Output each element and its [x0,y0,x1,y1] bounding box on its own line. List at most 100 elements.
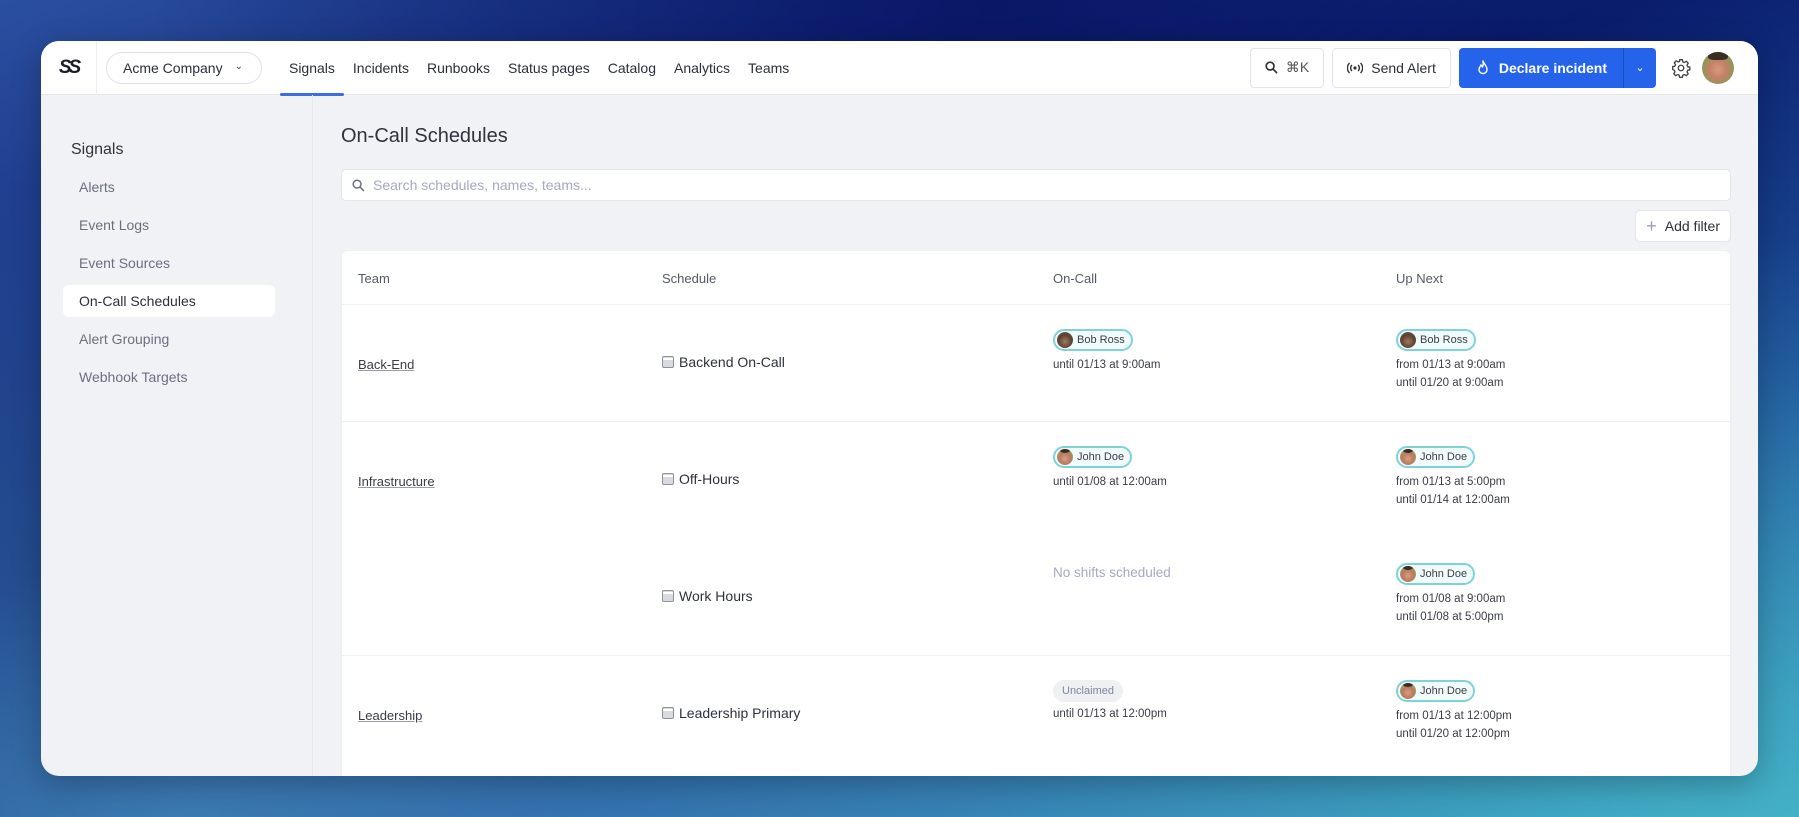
calendar-icon [662,707,674,719]
nav-teams[interactable]: Teams [739,41,798,95]
avatar [1400,332,1416,348]
org-name: Acme Company [123,59,223,76]
sidebar-item-label: Alerts [79,179,115,195]
page-title: On-Call Schedules [341,125,508,147]
person-chip[interactable]: John Doe [1396,446,1476,468]
org-switcher[interactable]: Acme Company ⌄ [106,51,262,84]
up-next-until: until 01/14 at 12:00am [1396,494,1510,506]
sidebar-item-alert-grouping[interactable]: Alert Grouping [63,323,275,355]
command-search-button[interactable]: ⌘K [1249,47,1325,88]
user-avatar[interactable] [1702,51,1734,84]
person-name: John Doe [1420,568,1468,580]
sidebar-item-event-logs[interactable]: Event Logs [63,209,275,241]
on-call-until: until 01/08 at 12:00am [1053,476,1167,488]
sidebar-item-webhook-targets[interactable]: Webhook Targets [63,361,275,393]
flame-icon [1478,60,1488,75]
up-next-from: from 01/08 at 9:00am [1396,593,1506,605]
person-chip[interactable]: John Doe [1396,680,1476,702]
nav-incidents[interactable]: Incidents [344,41,418,95]
on-call-until: until 01/13 at 9:00am [1053,359,1161,371]
logo-icon: SS [58,56,81,78]
table-header: Team Schedule On-Call Up Next [342,251,1730,305]
team-link[interactable]: Leadership [358,708,422,723]
table-row: Leadership Leadership Primary Unclaimed … [342,656,1730,773]
nav-label: Status pages [508,59,590,76]
column-header-on-call: On-Call [1053,271,1098,286]
add-filter-button[interactable]: + Add filter [1635,210,1731,242]
column-header-up-next: Up Next [1396,271,1443,286]
main-content: On-Call Schedules + Add filter Team Sche… [341,95,1731,776]
person-name: John Doe [1420,451,1468,463]
sidebar-item-label: Alert Grouping [79,331,170,347]
schedule-link[interactable]: Work Hours [662,588,753,604]
broadcast-icon [1347,62,1364,73]
nav-status-pages[interactable]: Status pages [499,41,599,95]
person-chip[interactable]: Bob Ross [1396,329,1476,351]
avatar [1400,683,1416,699]
chevron-down-icon: ⌄ [1635,62,1645,74]
sidebar-item-label: On-Call Schedules [79,293,196,309]
sidebar-item-event-sources[interactable]: Event Sources [63,247,275,279]
nav-label: Runbooks [426,59,490,76]
table-row: Infrastructure Off-Hours John Doe until … [342,422,1730,656]
person-name: Bob Ross [1420,334,1468,346]
search-icon [352,178,365,191]
on-call-cell: No shifts scheduled [1053,565,1171,580]
schedule-link[interactable]: Backend On-Call [662,354,785,370]
sidebar-title: Signals [71,141,124,158]
person-chip[interactable]: Bob Ross [1053,329,1133,351]
person-chip[interactable]: John Doe [1396,563,1476,585]
unclaimed-badge: Unclaimed [1053,680,1123,702]
no-shifts-text: No shifts scheduled [1053,565,1171,580]
calendar-icon [662,590,674,602]
declare-incident-dropdown[interactable]: ⌄ [1623,47,1656,88]
team-link[interactable]: Back-End [358,357,414,372]
calendar-icon [662,356,674,368]
avatar [1400,566,1416,582]
team-link[interactable]: Infrastructure [358,474,435,489]
sidebar-item-alerts[interactable]: Alerts [63,171,275,203]
nav-signals[interactable]: Signals [279,41,344,96]
schedule-name: Off-Hours [679,471,740,487]
nav-label: Analytics [674,59,731,76]
nav-label: Teams [748,59,790,76]
up-next-from: from 01/13 at 12:00pm [1396,710,1512,722]
nav-label: Signals [288,59,335,76]
up-next-until: until 01/08 at 5:00pm [1396,611,1504,623]
person-name: Bob Ross [1077,334,1125,346]
declare-incident-group: Declare incident ⌄ [1458,47,1656,88]
schedule-link[interactable]: Leadership Primary [662,705,800,721]
nav-runbooks[interactable]: Runbooks [418,41,499,95]
send-alert-label: Send Alert [1371,59,1436,76]
sidebar-item-label: Event Sources [79,255,171,271]
table-row: Back-End Backend On-Call Bob Ross until … [342,305,1730,422]
app-logo[interactable]: SS [41,41,97,95]
send-alert-button[interactable]: Send Alert [1332,47,1451,88]
calendar-icon [662,473,674,485]
declare-incident-label: Declare incident [1498,59,1607,76]
schedule-link[interactable]: Off-Hours [662,471,739,487]
sidebar-menu: Alerts Event Logs Event Sources On-Call … [63,171,275,399]
person-chip[interactable]: John Doe [1053,446,1133,468]
schedule-name: Leadership Primary [679,705,801,721]
main-nav: Signals Incidents Runbooks Status pages … [279,41,798,96]
nav-catalog[interactable]: Catalog [599,41,665,95]
schedule-name: Backend On-Call [679,354,785,370]
nav-analytics[interactable]: Analytics [665,41,739,95]
sidebar-item-label: Webhook Targets [79,369,188,385]
sidebar-item-on-call-schedules[interactable]: On-Call Schedules [63,285,275,317]
settings-button[interactable] [1668,55,1694,81]
on-call-cell: Unclaimed until 01/13 at 12:00pm [1053,680,1167,720]
person-name: John Doe [1077,451,1125,463]
plus-icon: + [1646,216,1657,236]
up-next-until: until 01/20 at 12:00pm [1396,728,1510,740]
declare-incident-button[interactable]: Declare incident [1458,47,1623,88]
search-icon [1265,61,1278,74]
top-nav-bar: SS Acme Company ⌄ Signals Incidents Runb… [41,41,1758,96]
nav-label: Catalog [607,59,656,76]
up-next-cell: John Doe from 01/08 at 9:00am until 01/0… [1396,563,1505,623]
search-input[interactable] [373,177,1730,193]
search-bar[interactable] [341,169,1731,201]
up-next-until: until 01/20 at 9:00am [1396,377,1504,389]
on-call-cell: Bob Ross until 01/13 at 9:00am [1053,329,1160,371]
